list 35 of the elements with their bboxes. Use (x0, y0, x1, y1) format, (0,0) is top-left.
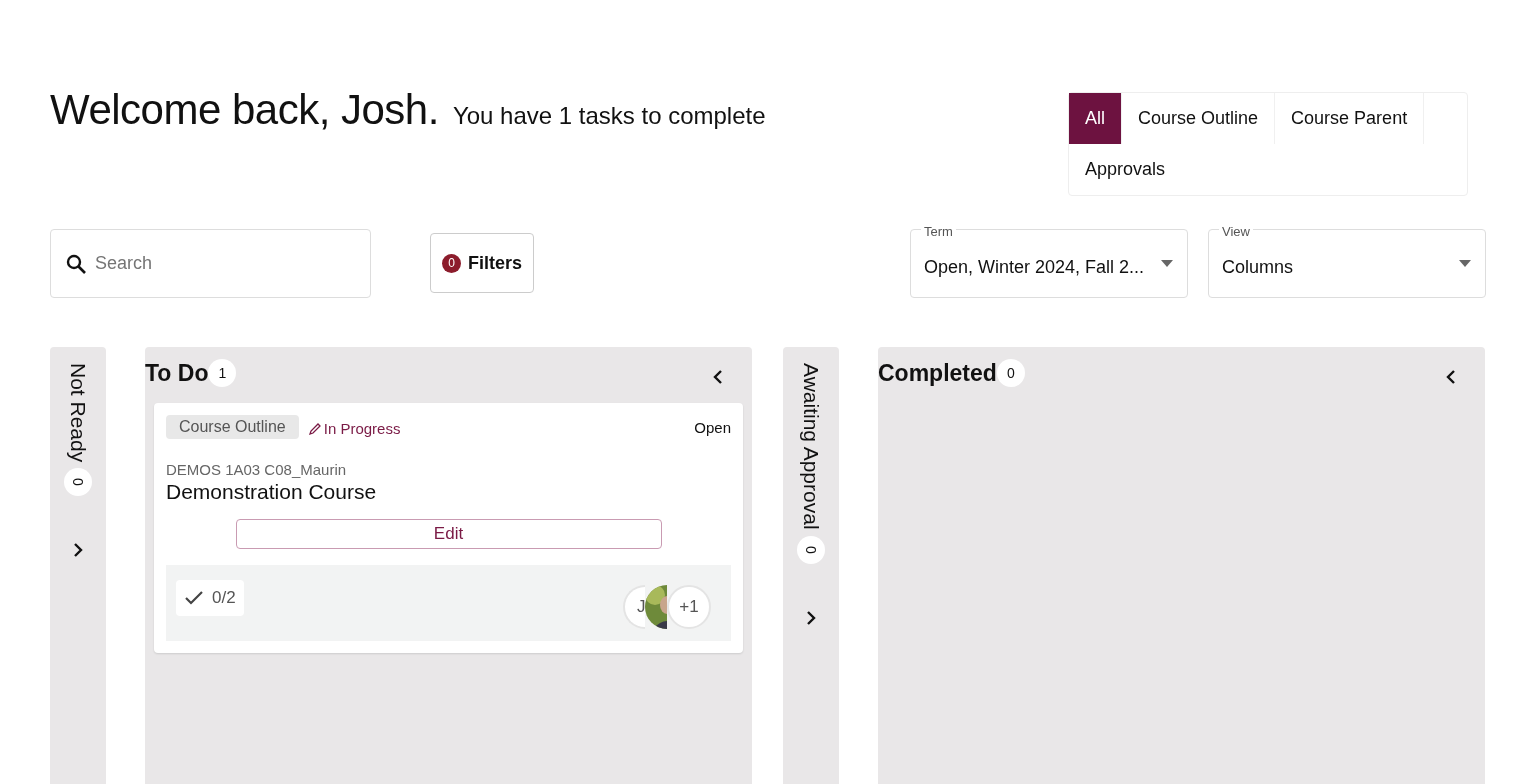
more-avatars-count[interactable]: +1 (667, 585, 711, 629)
filter-tab[interactable]: Approvals (1069, 144, 1182, 195)
course-code: DEMOS 1A03 C08_Maurin (166, 461, 348, 478)
dropdown-caret-icon (1459, 259, 1471, 267)
column-count: 0 (797, 535, 825, 564)
column-title: Awaiting Approval (799, 363, 823, 530)
welcome-heading: Welcome back, Josh. (50, 86, 439, 134)
column-title: To Do (145, 359, 209, 387)
filters-button[interactable]: 0 Filters (430, 233, 535, 293)
task-summary: You have 1 tasks to complete (452, 102, 766, 130)
filter-tab[interactable]: Course Parent (1275, 93, 1425, 144)
field-value: Columns (1222, 256, 1294, 278)
search-field[interactable]: Search (50, 228, 371, 298)
chevron-left-icon[interactable] (1446, 369, 1456, 385)
column-title: Not Ready (66, 363, 90, 463)
filter-count: 0 (442, 253, 461, 273)
search-icon (65, 252, 87, 275)
column-title: Completed (878, 359, 997, 387)
pencil-icon (307, 421, 322, 436)
status-label: In Progress (307, 420, 401, 437)
filter-tab[interactable]: Course Outline (1122, 93, 1276, 144)
avatar-initials[interactable]: J (623, 585, 645, 629)
dropdown-caret-icon (1161, 259, 1173, 267)
column-count: 0 (996, 359, 1025, 387)
chevron-right-icon[interactable] (806, 609, 816, 626)
filter-tab[interactable]: All (1069, 93, 1122, 144)
term-label: Open (694, 418, 731, 436)
edit-button[interactable]: Edit (235, 519, 662, 549)
chevron-right-icon[interactable] (73, 542, 83, 559)
type-tag: Course Outline (166, 415, 299, 439)
column-count: 1 (208, 359, 237, 387)
column-count: 0 (64, 468, 92, 497)
course-title: Demonstration Course (166, 480, 378, 504)
chevron-left-icon[interactable] (713, 369, 723, 385)
field-value: Open, Winter 2024, Fall 2... (924, 256, 1145, 278)
